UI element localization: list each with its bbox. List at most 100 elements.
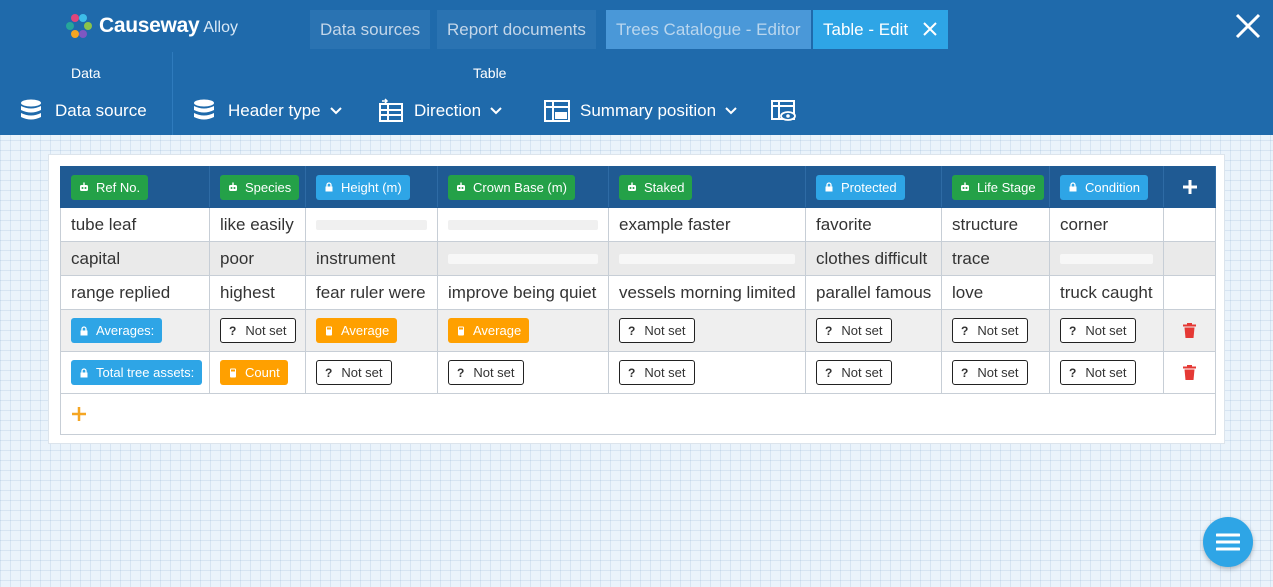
table-cell[interactable]: example faster (608, 207, 806, 242)
table-cell[interactable]: tube leaf (60, 207, 210, 242)
summary-not-set-button[interactable]: ? Not set (816, 360, 892, 385)
column-chip[interactable]: Ref No. (71, 174, 149, 200)
summary-cell: ? Not set (437, 351, 609, 394)
column-header[interactable]: Life Stage (941, 166, 1050, 208)
column-chip[interactable]: Species (220, 174, 300, 200)
tab-report-documents[interactable]: Report documents (437, 10, 596, 49)
summary-not-set-button[interactable]: ? Not set (619, 318, 695, 343)
column-chip[interactable]: Protected (816, 174, 905, 200)
table-cell[interactable]: poor (209, 241, 306, 276)
table-cell[interactable]: clothes difficult (805, 241, 942, 276)
causeway-logo-icon (66, 14, 92, 38)
column-chip[interactable]: Staked (619, 174, 693, 200)
table-cell[interactable]: trace (941, 241, 1050, 276)
summary-label-chip[interactable]: Averages: (71, 318, 163, 343)
database-icon (21, 99, 41, 120)
robot-icon (229, 182, 237, 191)
summary-average-button[interactable]: Average (316, 318, 398, 343)
table-cell[interactable]: improve being quiet (437, 275, 609, 310)
summary-label-cell: Averages: (60, 309, 210, 352)
summary-cell: Count (209, 351, 306, 394)
direction-dropdown[interactable]: Direction (378, 96, 502, 126)
table-cell[interactable]: structure (941, 207, 1050, 242)
summary-cell: ? Not set (941, 309, 1050, 352)
tab-data-sources[interactable]: Data sources (310, 10, 431, 49)
summary-value: Not set (977, 323, 1019, 338)
table-cell[interactable]: capital (60, 241, 210, 276)
summary-position-label: Summary position (580, 101, 717, 120)
column-chip[interactable]: Crown Base (m) (448, 174, 575, 200)
preview-button[interactable] (771, 96, 807, 126)
trash-icon[interactable] (1183, 323, 1196, 338)
summary-not-set-button[interactable]: ? Not set (220, 318, 296, 343)
tab-label: Table - Edit (823, 20, 909, 39)
data-source-label: Data source (55, 101, 147, 120)
menu-fab-button[interactable] (1203, 517, 1253, 567)
column-label: Ref No. (96, 179, 141, 195)
header-type-label: Header type (228, 101, 321, 120)
column-header[interactable]: Protected (805, 166, 942, 208)
table-cell[interactable] (1049, 241, 1164, 276)
table-header-row: Ref No. Species Height (m) Crown Base (m… (60, 166, 1216, 208)
table-cell[interactable] (437, 241, 609, 276)
summary-not-set-button[interactable]: ? Not set (952, 318, 1028, 343)
table-cell[interactable]: truck caught (1049, 275, 1164, 310)
chevron-down-icon (490, 107, 502, 115)
summary-position-dropdown[interactable]: Summary position (544, 96, 737, 126)
table-cell[interactable]: instrument (305, 241, 438, 276)
column-chip[interactable]: Height (m) (316, 174, 410, 200)
table-cell[interactable]: love (941, 275, 1050, 310)
table-cell[interactable] (608, 241, 806, 276)
summary-count-button[interactable]: Count (220, 360, 288, 385)
summary-not-set-button[interactable]: ? Not set (448, 360, 524, 385)
table-cell[interactable] (305, 207, 438, 242)
table-cell[interactable]: vessels morning limited (608, 275, 806, 310)
column-header[interactable]: Crown Base (m) (437, 166, 609, 208)
column-label: Protected (841, 179, 897, 195)
section-label-data: Data (71, 65, 101, 81)
column-header[interactable]: Species (209, 166, 306, 208)
column-header[interactable]: Condition (1049, 166, 1164, 208)
header-type-dropdown[interactable]: Header type (192, 96, 342, 126)
column-label: Condition (1085, 179, 1140, 195)
column-header[interactable]: Ref No. (60, 166, 210, 208)
table-cell[interactable]: parallel famous (805, 275, 942, 310)
data-source-button[interactable]: Data source (19, 96, 147, 126)
question-icon: ? (628, 323, 636, 338)
table-cell[interactable]: corner (1049, 207, 1164, 242)
table-cell[interactable]: highest (209, 275, 306, 310)
summary-label-chip[interactable]: Total tree assets: (71, 360, 203, 385)
table-cell[interactable]: favorite (805, 207, 942, 242)
question-icon: ? (457, 365, 465, 380)
table-cell[interactable] (437, 207, 609, 242)
add-column-button[interactable] (1163, 166, 1216, 208)
empty-value-placeholder (1060, 253, 1153, 264)
summary-not-set-button[interactable]: ? Not set (816, 318, 892, 343)
toolbar-divider (172, 52, 173, 135)
summary-value: Not set (245, 323, 287, 338)
table-cell[interactable]: like easily (209, 207, 306, 242)
trash-icon[interactable] (1183, 365, 1196, 380)
tab-table-edit[interactable]: Table - Edit (813, 10, 949, 49)
add-summary-plus-icon[interactable] (71, 406, 87, 422)
summary-label: Averages: (96, 323, 155, 338)
summary-not-set-button[interactable]: ? Not set (952, 360, 1028, 385)
summary-value: Not set (977, 365, 1019, 380)
summary-not-set-button[interactable]: ? Not set (1060, 318, 1136, 343)
row-action-cell (1163, 207, 1216, 242)
top-bar: Causeway Alloy Data sources Report docum… (0, 0, 1273, 135)
column-chip[interactable]: Condition (1060, 174, 1148, 200)
close-tab-icon[interactable] (922, 21, 938, 37)
summary-not-set-button[interactable]: ? Not set (1060, 360, 1136, 385)
table-cell[interactable]: fear ruler were (305, 275, 438, 310)
tab-trees-catalogue-editor[interactable]: Trees Catalogue - Editor (606, 10, 811, 49)
column-chip[interactable]: Life Stage (952, 174, 1044, 200)
close-icon[interactable] (1234, 12, 1262, 40)
summary-not-set-button[interactable]: ? Not set (316, 360, 392, 385)
summary-row-averages: Averages: ? Not set Average Average ? Not … (60, 309, 1216, 352)
table-cell[interactable]: range replied (60, 275, 210, 310)
summary-not-set-button[interactable]: ? Not set (619, 360, 695, 385)
column-header[interactable]: Height (m) (305, 166, 438, 208)
summary-average-button[interactable]: Average (448, 318, 530, 343)
column-header[interactable]: Staked (608, 166, 806, 208)
